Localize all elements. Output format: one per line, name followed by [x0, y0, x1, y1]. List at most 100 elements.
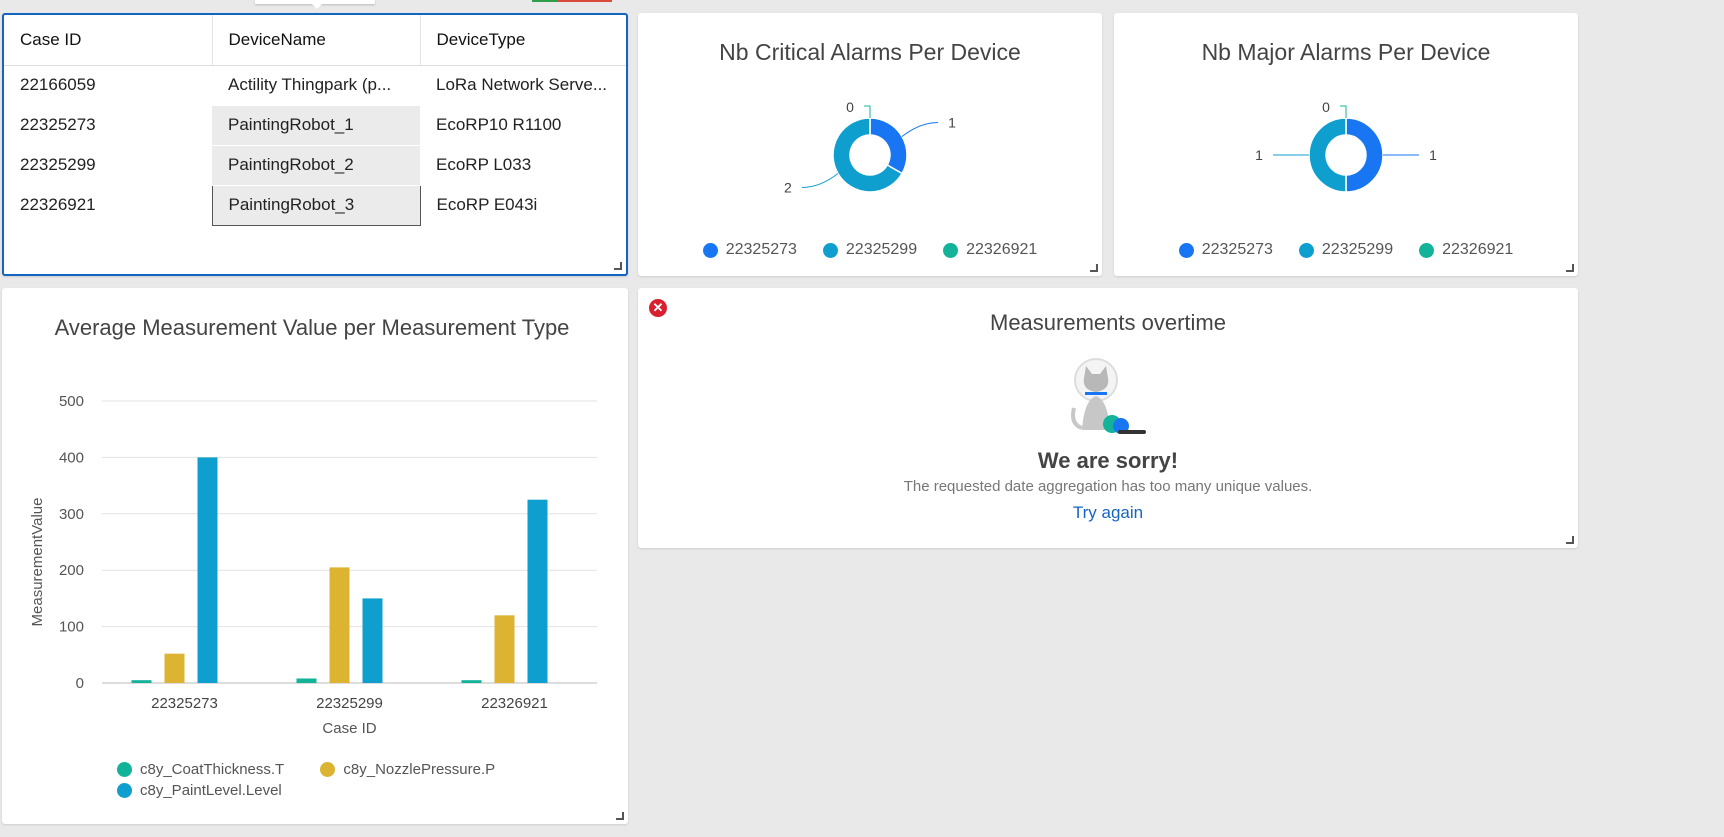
y-tick-label: 100 — [59, 619, 84, 636]
legend-dot — [943, 242, 959, 258]
device-table: Case ID DeviceName DeviceType 22166059 A… — [4, 15, 626, 226]
bar — [461, 680, 482, 683]
bar-chart: 0 100 200 300 400 500 22325273 22325299 22326921… — [29, 393, 597, 737]
slice-value-label: 1 — [1255, 147, 1263, 163]
column-header-device-type[interactable]: DeviceType — [419, 15, 626, 66]
legend-dot — [320, 762, 336, 777]
bar — [329, 567, 350, 683]
legend-dot — [702, 242, 718, 258]
y-tick-label: 200 — [59, 562, 84, 579]
label-leader-line — [864, 105, 871, 118]
major-alarms-widget: Nb Major Alarms Per Device 110 22325273 … — [1114, 13, 1578, 276]
legend-label: 22326921 — [1442, 241, 1514, 258]
legend-item[interactable]: 22326921 — [1419, 241, 1513, 259]
top-bar-fragment-red — [558, 0, 612, 2]
critical-donut-chart: 1 2 0 — [784, 99, 956, 196]
legend-dot — [1178, 242, 1194, 258]
cell-device-type: EcoRP L033 — [436, 155, 532, 174]
legend-label: c8y_NozzlePressure.P — [343, 761, 496, 778]
table-row[interactable]: 22325273 PaintingRobot_1 EcoRP10 R1100 — [4, 105, 626, 146]
y-tick-label: 400 — [59, 449, 84, 466]
resize-handle[interactable] — [1566, 536, 1574, 544]
y-tick-label: 0 — [76, 675, 84, 692]
label-leader-line — [801, 173, 839, 188]
bar — [494, 615, 515, 683]
label-leader-line — [901, 122, 939, 137]
table-header-row: Case ID DeviceName DeviceType — [4, 15, 626, 66]
cell-case-id: 22325299 — [20, 155, 96, 174]
legend-item[interactable]: 22325273 — [1178, 241, 1273, 259]
bar — [296, 678, 317, 683]
legend-label: 22325299 — [1321, 241, 1394, 258]
slice-value-label: 1 — [948, 115, 956, 131]
legend-label: 22325273 — [725, 241, 797, 258]
legend-dot — [1298, 242, 1314, 258]
cell-device-name: PaintingRobot_1 — [212, 105, 420, 146]
cell-case-id: 22325273 — [20, 115, 96, 134]
major-donut-chart: 1 1 0 — [1255, 99, 1437, 193]
cell-device-name: PaintingRobot_2 — [212, 145, 420, 186]
error-heading: We are sorry! — [1037, 448, 1179, 473]
sorry-cat-illustration — [1071, 358, 1146, 434]
legend-label: 22325273 — [1201, 241, 1273, 258]
resize-handle[interactable] — [1090, 264, 1098, 272]
column-header-case-id[interactable]: Case ID — [4, 15, 212, 66]
legend-label: 22326921 — [966, 241, 1038, 258]
legend-item[interactable]: 22325299 — [1298, 241, 1394, 259]
cell-case-id: 22166059 — [20, 75, 96, 95]
cell-device-type: LoRa Network Serve... — [436, 75, 608, 95]
resize-handle[interactable] — [614, 262, 622, 270]
device-table-widget[interactable]: Case ID DeviceName DeviceType 22166059 A… — [2, 13, 628, 276]
legend-item[interactable]: c8y_PaintLevel.Level — [117, 781, 282, 800]
cell-device-name: Actility Thingpark (p... — [212, 65, 420, 106]
resize-handle[interactable] — [616, 812, 624, 820]
y-tick-label: 500 — [59, 393, 84, 410]
legend-dot — [822, 242, 838, 258]
critical-alarms-widget: Nb Critical Alarms Per Device 120 223252… — [638, 13, 1102, 276]
y-axis-title: MeasurementValue — [29, 498, 46, 627]
slice-value-label: 0 — [1322, 99, 1330, 115]
chart-legend: 22325273 22325299 22326921 — [1114, 241, 1578, 259]
donut-slice — [1308, 117, 1347, 193]
cell-device-name-selected: PaintingRobot_3 — [211, 184, 421, 226]
table-row[interactable]: 22166059 Actility Thingpark (p... LoRa N… — [4, 65, 626, 106]
widget-title: Measurements overtime — [990, 310, 1226, 335]
y-tick-label: 300 — [59, 506, 84, 523]
bar — [131, 680, 152, 683]
donut-slice — [1345, 117, 1384, 193]
column-header-device-name[interactable]: DeviceName — [211, 15, 420, 66]
slice-value-label: 0 — [846, 99, 854, 115]
cell-case-id: 22326921 — [20, 195, 96, 214]
legend-item[interactable]: c8y_CoatThickness.T — [117, 760, 284, 779]
slice-value-label: 1 — [1429, 147, 1437, 163]
bar — [362, 598, 383, 683]
cell-device-type: EcoRP10 R1100 — [436, 115, 562, 134]
bar — [197, 457, 218, 683]
bar — [164, 653, 185, 683]
legend-dot — [117, 783, 132, 798]
measurements-overtime-widget: ✕ Measurements overtime We are sorry! Th… — [638, 288, 1578, 548]
legend-item[interactable]: 22326921 — [943, 241, 1037, 259]
table-row[interactable]: 22326921 PaintingRobot_3 EcoRP E043i — [4, 184, 626, 226]
bar — [527, 499, 548, 683]
chart-legend: 22325273 22325299 22326921 — [638, 241, 1102, 259]
x-tick-label: 22325273 — [151, 695, 218, 712]
legend-item[interactable]: 22325299 — [822, 241, 918, 259]
table-row[interactable]: 22325299 PaintingRobot_2 EcoRP L033 — [4, 145, 626, 186]
legend-dot — [1419, 242, 1435, 258]
try-again-link[interactable]: Try again — [1073, 503, 1143, 522]
legend-item[interactable]: 22325273 — [702, 241, 797, 259]
cell-device-type: EcoRP E043i — [436, 195, 538, 214]
legend-item[interactable]: c8y_NozzlePressure.P — [320, 760, 495, 779]
resize-handle[interactable] — [1566, 264, 1574, 272]
legend-label: 22325299 — [845, 241, 918, 258]
slice-value-label: 2 — [784, 180, 792, 196]
legend-label: c8y_PaintLevel.Level — [140, 782, 282, 799]
tooltip-fragment — [255, 0, 375, 9]
x-tick-label: 22325299 — [316, 695, 383, 712]
label-leader-line — [1340, 105, 1347, 118]
x-axis-title: Case ID — [322, 720, 376, 737]
error-message: The requested date aggregation has too m… — [903, 478, 1313, 495]
x-tick-label: 22326921 — [481, 695, 548, 712]
legend-label: c8y_CoatThickness.T — [140, 761, 285, 778]
